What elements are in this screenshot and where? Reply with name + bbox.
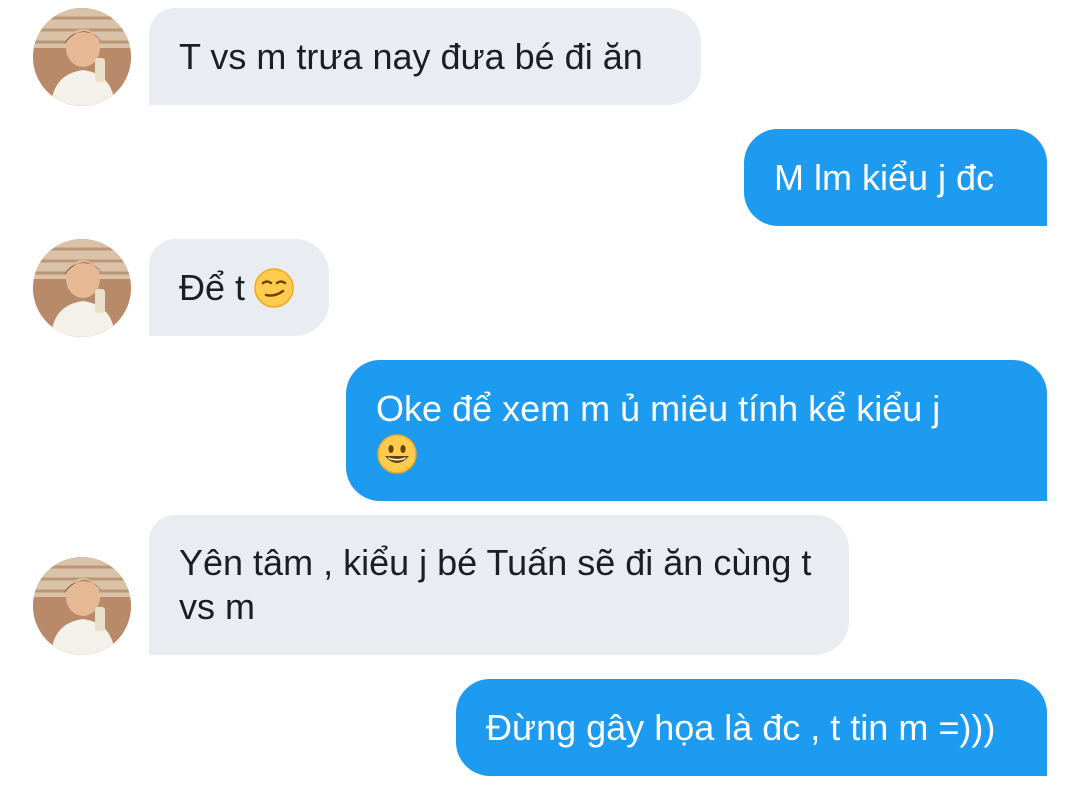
chat-thread: T vs m trưa nay đưa bé đi ăn M lm kiểu j… (0, 0, 1080, 800)
contact-avatar[interactable] (33, 239, 131, 337)
message-text: Yên tâm , kiểu j bé Tuấn sẽ đi ăn cùng t… (179, 542, 812, 627)
message-text: Để t (179, 266, 246, 308)
grinning-face-emoji (376, 433, 418, 475)
message-text: M lm kiểu j đc (774, 156, 995, 198)
contact-avatar[interactable] (33, 8, 131, 106)
message-bubble-incoming[interactable]: Yên tâm , kiểu j bé Tuấn sẽ đi ăn cùng t… (149, 515, 849, 655)
message-bubble-outgoing[interactable]: Oke để xem m ủ miêu tính kể kiểu j (346, 360, 1047, 501)
smirking-face-emoji (253, 267, 295, 309)
message-bubble-outgoing[interactable]: Đừng gây họa là đc , t tin m =))) (456, 679, 1047, 776)
contact-avatar[interactable] (33, 557, 131, 655)
message-bubble-incoming[interactable]: T vs m trưa nay đưa bé đi ăn (149, 8, 701, 105)
message-bubble-incoming[interactable]: Để t (149, 239, 329, 336)
message-text: Đừng gây họa là đc , t tin m =))) (486, 706, 996, 748)
message-bubble-outgoing[interactable]: M lm kiểu j đc (744, 129, 1047, 226)
message-text: Oke để xem m ủ miêu tính kể kiểu j (376, 388, 941, 429)
message-text: T vs m trưa nay đưa bé đi ăn (179, 35, 643, 77)
